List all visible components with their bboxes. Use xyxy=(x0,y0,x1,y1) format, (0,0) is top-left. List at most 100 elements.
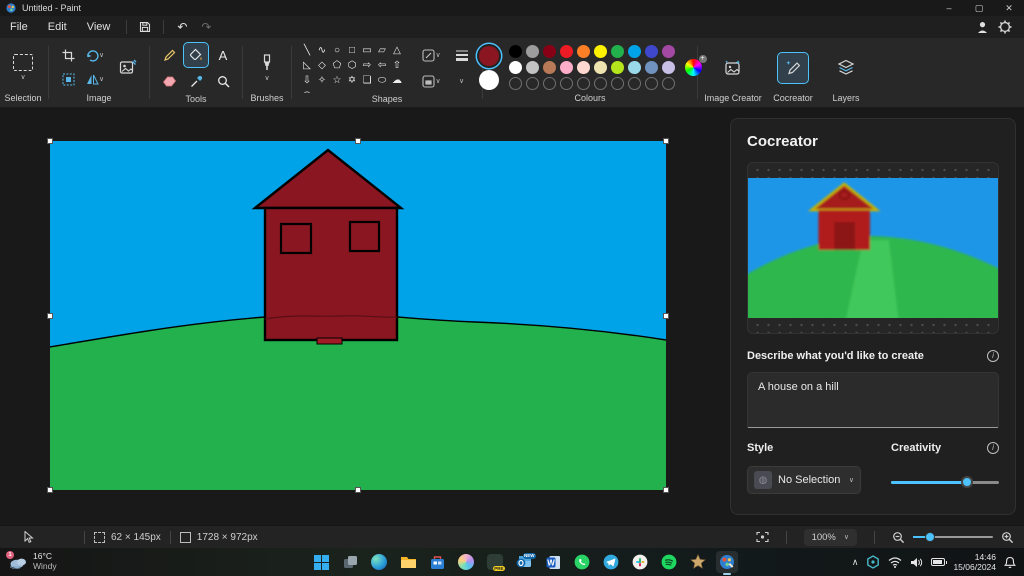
palette-swatch[interactable] xyxy=(593,45,607,58)
shape-arrow-left[interactable]: ⇦ xyxy=(375,58,390,73)
cocreator-button[interactable] xyxy=(777,51,809,84)
zoom-out-button[interactable] xyxy=(892,531,905,544)
shape-heart[interactable]: ⌣ xyxy=(315,88,330,93)
telegram-button[interactable] xyxy=(600,551,622,573)
shape-rounded-rectangle[interactable]: ▭ xyxy=(360,43,375,58)
resize-button[interactable] xyxy=(56,68,80,92)
text-tool-button[interactable]: A xyxy=(211,43,235,67)
eyedropper-tool-button[interactable] xyxy=(184,69,208,93)
shape-six-point-star[interactable]: ✡ xyxy=(345,73,360,88)
style-dropdown[interactable]: ◍ No Selection ∨ xyxy=(747,466,861,494)
slack-button[interactable] xyxy=(629,551,651,573)
shape-arrow-up[interactable]: ⇧ xyxy=(390,58,405,73)
canvas-resize-handle-nw[interactable] xyxy=(47,138,53,144)
shape-cloud-callout[interactable]: ☁ xyxy=(390,73,405,88)
canvas-resize-handle-s[interactable] xyxy=(355,487,361,493)
shape-triangle[interactable]: △ xyxy=(390,43,405,58)
shape-line[interactable]: ╲ xyxy=(300,43,315,58)
microsoft-store-button[interactable] xyxy=(426,551,448,573)
menu-view[interactable]: View xyxy=(77,18,121,36)
undo-button[interactable]: ↶ xyxy=(170,18,194,36)
shape-five-point-star[interactable]: ☆ xyxy=(330,73,345,88)
stroke-width-button[interactable] xyxy=(450,43,474,67)
maximize-button[interactable]: ▢ xyxy=(964,0,994,16)
brushes-button[interactable]: ∨ xyxy=(260,53,274,82)
palette-slot-empty[interactable] xyxy=(644,77,658,90)
palette-slot-empty[interactable] xyxy=(610,77,624,90)
close-button[interactable]: ✕ xyxy=(994,0,1024,16)
palette-slot-empty[interactable] xyxy=(576,77,590,90)
zoom-slider-thumb[interactable] xyxy=(925,532,935,542)
game-button[interactable] xyxy=(687,551,709,573)
palette-swatch[interactable] xyxy=(627,61,641,74)
palette-swatch[interactable] xyxy=(525,45,539,58)
shape-arrow-right[interactable]: ⇨ xyxy=(360,58,375,73)
palette-swatch[interactable] xyxy=(627,45,641,58)
menu-file[interactable]: File xyxy=(0,18,38,36)
palette-swatch[interactable] xyxy=(644,61,658,74)
shape-rounded-callout[interactable]: ❏ xyxy=(360,73,375,88)
image-creator-button[interactable] xyxy=(718,53,748,83)
zoom-in-button[interactable] xyxy=(1001,531,1014,544)
minimize-button[interactable]: – xyxy=(934,0,964,16)
canvas-resize-handle-w[interactable] xyxy=(47,313,53,319)
creativity-info-icon[interactable]: i xyxy=(987,442,999,454)
save-button[interactable] xyxy=(133,18,157,36)
canvas-resize-handle-ne[interactable] xyxy=(663,138,669,144)
task-view-button[interactable] xyxy=(339,551,361,573)
start-button[interactable] xyxy=(310,551,332,573)
canvas-resize-handle-se[interactable] xyxy=(663,487,669,493)
canvas-resize-handle-sw[interactable] xyxy=(47,487,53,493)
shape-outline-button[interactable]: ∨ xyxy=(415,43,449,67)
shape-polygon[interactable]: ▱ xyxy=(375,43,390,58)
notification-bell-icon[interactable] xyxy=(1004,556,1016,569)
zoom-level-dropdown[interactable]: 100% ∨ xyxy=(803,528,857,546)
shape-oval-callout[interactable]: ⬭ xyxy=(375,73,390,88)
profile-icon[interactable] xyxy=(977,21,988,34)
game-pass-button[interactable]: PRE xyxy=(484,551,506,573)
generated-preview-card[interactable] xyxy=(747,162,999,334)
crop-button[interactable] xyxy=(56,44,80,68)
file-explorer-button[interactable] xyxy=(397,551,419,573)
creativity-slider[interactable] xyxy=(891,476,999,488)
palette-swatch[interactable] xyxy=(559,61,573,74)
outlook-button[interactable]: NEW xyxy=(513,551,536,573)
canvas-resize-handle-n[interactable] xyxy=(355,138,361,144)
palette-slot-empty[interactable] xyxy=(542,77,556,90)
spotify-button[interactable] xyxy=(658,551,680,573)
palette-swatch[interactable] xyxy=(661,61,675,74)
shape-ellipse[interactable]: ○ xyxy=(330,43,345,58)
palette-slot-empty[interactable] xyxy=(525,77,539,90)
canvas-resize-handle-e[interactable] xyxy=(663,313,669,319)
shape-diamond[interactable]: ◇ xyxy=(315,58,330,73)
image-options-button[interactable] xyxy=(114,54,142,82)
layers-button[interactable] xyxy=(831,53,861,83)
edge-browser-button[interactable] xyxy=(368,551,390,573)
word-button[interactable]: W xyxy=(542,551,564,573)
palette-swatch[interactable] xyxy=(610,45,624,58)
shape-arrow-down[interactable]: ⇩ xyxy=(300,73,315,88)
copilot-button[interactable] xyxy=(455,551,477,573)
shape-arc[interactable]: ◠ xyxy=(300,88,315,93)
palette-swatch[interactable] xyxy=(576,45,590,58)
tray-overflow-chevron-icon[interactable]: ∧ xyxy=(852,557,859,568)
volume-icon[interactable] xyxy=(910,557,923,568)
slider-thumb[interactable] xyxy=(960,476,973,488)
shapes-gallery[interactable]: ╲ ∿ ○ □ ▭ ▱ △ ◺ ◇ ⬠ ⬡ ⇨ ⇦ ⇧ ⇩ ✧ ☆ ✡ ❏ ⬭ … xyxy=(300,43,405,93)
shape-pentagon[interactable]: ⬠ xyxy=(330,58,345,73)
shape-four-point-star[interactable]: ✧ xyxy=(315,73,330,88)
palette-swatch[interactable] xyxy=(525,61,539,74)
battery-icon[interactable] xyxy=(931,558,948,566)
prompt-input[interactable]: A house on a hill xyxy=(747,372,999,428)
drawing-canvas[interactable] xyxy=(47,138,669,493)
palette-swatch[interactable] xyxy=(661,45,675,58)
whatsapp-button[interactable] xyxy=(571,551,593,573)
selection-tool-button[interactable]: ∨ xyxy=(13,54,33,81)
security-hexagon-icon[interactable] xyxy=(866,555,880,569)
magnifier-tool-button[interactable] xyxy=(211,69,235,93)
palette-slot-empty[interactable] xyxy=(559,77,573,90)
palette-slot-empty[interactable] xyxy=(593,77,607,90)
palette-slot-empty[interactable] xyxy=(627,77,641,90)
colour-1-swatch[interactable] xyxy=(478,45,499,66)
flip-button[interactable]: ∨ xyxy=(80,68,110,92)
